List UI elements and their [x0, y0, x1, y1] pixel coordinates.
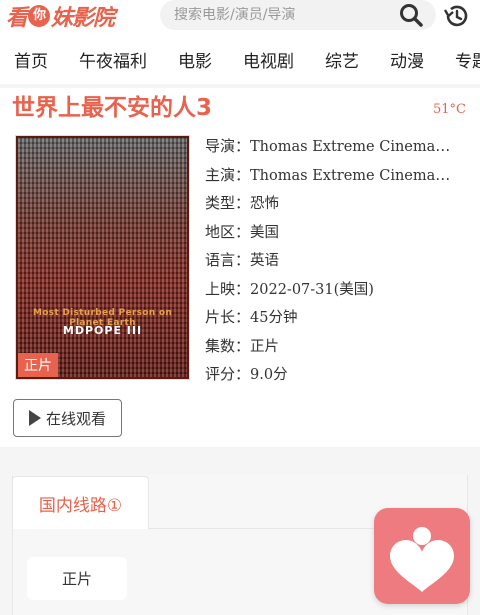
category-nav: 首页 午夜福利 电影 电视剧 综艺 动漫 专题 — [0, 44, 480, 80]
info-key: 片长： — [205, 308, 251, 326]
movie-poster[interactable]: Most Disturbed Person on Planet Earth MD… — [15, 135, 190, 380]
search-input[interactable] — [174, 7, 384, 23]
play-icon — [28, 410, 41, 426]
header: 看 你 妹影院 — [0, 0, 480, 34]
logo-text-a: 看 — [6, 6, 28, 31]
movie-info: 导演：Thomas Extreme Cinemag… 主演：Thomas Ext… — [205, 135, 475, 392]
info-row-cast: 主演：Thomas Extreme Cinemag… — [205, 164, 455, 193]
info-key: 语言： — [205, 251, 251, 269]
poster-image — [18, 138, 187, 377]
search-icon[interactable] — [398, 2, 424, 28]
logo-text-b: 妹影院 — [51, 6, 115, 31]
info-key: 主演： — [205, 165, 251, 184]
heart-person-icon — [390, 527, 454, 592]
watch-online-label: 在线观看 — [45, 409, 106, 428]
info-value: 2022-07-31(美国) — [250, 281, 374, 298]
info-key: 评分： — [205, 365, 251, 383]
info-value: 英语 — [250, 253, 280, 269]
watch-online-button[interactable]: 在线观看 — [13, 399, 122, 437]
info-row-director: 导演：Thomas Extreme Cinemag… — [205, 135, 455, 164]
search-bar[interactable] — [160, 0, 436, 30]
temperature-badge: 51°C — [433, 102, 466, 117]
info-key: 导演： — [205, 137, 251, 155]
info-key: 地区： — [205, 222, 251, 241]
info-value: 45分钟 — [250, 310, 298, 326]
info-value: 恐怖 — [250, 196, 280, 212]
favorite-fab[interactable] — [374, 508, 470, 604]
tab-domestic-line-1[interactable]: 国内线路① — [12, 476, 149, 529]
info-row-language: 语言：英语 — [205, 249, 475, 278]
info-value: Thomas Extreme Cinemag… — [250, 139, 455, 155]
history-icon[interactable] — [442, 2, 470, 30]
info-value: Thomas Extreme Cinemag… — [250, 167, 455, 184]
episode-button[interactable]: 正片 — [27, 557, 127, 600]
info-row-duration: 片长：45分钟 — [205, 306, 475, 335]
movie-title: 世界上最不安的人3 — [12, 95, 213, 121]
info-row-release: 上映：2022-07-31(美国) — [205, 278, 475, 307]
info-value: 9.0分 — [250, 367, 288, 383]
info-row-rating: 评分：9.0分 — [205, 363, 475, 392]
poster-badge: 正片 — [18, 353, 58, 377]
nav-item-home[interactable]: 首页 — [14, 44, 48, 80]
info-row-region: 地区：美国 — [205, 221, 475, 250]
nav-item-topics[interactable]: 专题 — [455, 44, 480, 80]
info-value: 美国 — [250, 224, 280, 241]
section-divider — [0, 447, 480, 475]
info-key: 类型： — [205, 194, 251, 212]
site-logo[interactable]: 看 你 妹影院 — [6, 2, 115, 31]
info-row-episodes: 集数：正片 — [205, 335, 475, 364]
nav-item-anime[interactable]: 动漫 — [390, 44, 424, 80]
info-key: 上映： — [205, 279, 251, 298]
info-key: 集数： — [205, 336, 251, 355]
nav-item-midnight[interactable]: 午夜福利 — [79, 44, 147, 80]
poster-subtitle: MDPOPE III — [62, 324, 143, 337]
nav-item-tv[interactable]: 电视剧 — [243, 44, 294, 80]
info-value: 正片 — [250, 338, 280, 355]
info-row-genre: 类型：恐怖 — [205, 192, 475, 221]
nav-item-movies[interactable]: 电影 — [178, 44, 212, 80]
nav-item-variety[interactable]: 综艺 — [325, 44, 359, 80]
logo-text-mid: 你 — [28, 5, 51, 27]
